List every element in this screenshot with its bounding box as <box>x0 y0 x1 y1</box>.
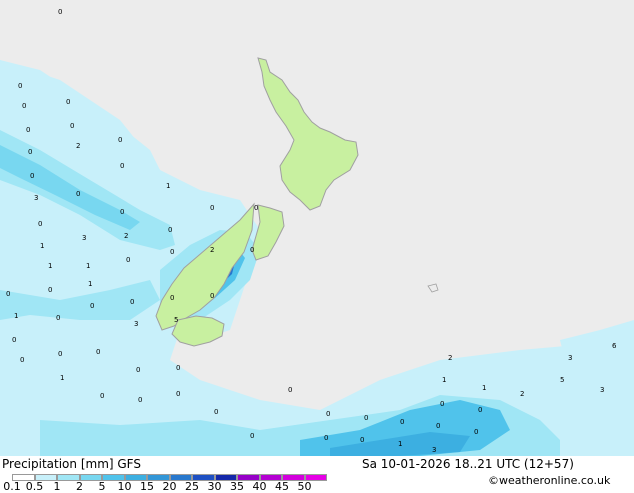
grid-value-label: 0 <box>474 428 478 436</box>
grid-value-label: 0 <box>12 336 16 344</box>
legend-label: 15 <box>140 480 154 493</box>
grid-value-label: 0 <box>136 366 140 374</box>
grid-value-label: 0 <box>22 102 26 110</box>
grid-value-label: 3 <box>134 320 138 328</box>
grid-value-label: 1 <box>482 384 486 392</box>
grid-value-label: 1 <box>88 280 92 288</box>
legend-label: 0.5 <box>25 480 44 493</box>
precipitation-map: 0 0 0 0 0 0 0 0 2 0 0 1 3 0 0 0 3 2 0 1 1 0 0 0 2 0 1 1 0 0 0 0 0 0 0 3 5 1 0 0… <box>0 0 634 456</box>
grid-value-label: 0 <box>6 290 10 298</box>
grid-value-label: 3 <box>568 354 572 362</box>
grid-value-label: 0 <box>96 348 100 356</box>
grid-value-label: 0 <box>126 256 130 264</box>
legend-label: 50 <box>297 480 312 493</box>
grid-value-label: 0 <box>254 204 258 212</box>
legend-label: 10 <box>117 480 132 493</box>
map-footer: Precipitation [mm] GFS Sa 10-01-2026 18.… <box>0 456 634 493</box>
legend-label: 35 <box>230 480 244 493</box>
legend-label: 45 <box>275 480 289 493</box>
grid-value-label: 0 <box>30 172 34 180</box>
grid-value-label: 0 <box>66 98 70 106</box>
grid-value-label: 0 <box>38 220 42 228</box>
legend-label: 5 <box>98 480 106 493</box>
grid-value-label: 3 <box>600 386 604 394</box>
grid-value-label: 0 <box>138 396 142 404</box>
grid-value-label: 2 <box>76 142 80 150</box>
grid-value-label: 2 <box>210 246 214 254</box>
grid-value-label: 2 <box>448 354 452 362</box>
grid-value-label: 5 <box>560 376 564 384</box>
grid-value-label: 1 <box>60 374 64 382</box>
grid-value-label: 0 <box>288 386 292 394</box>
grid-value-label: 0 <box>58 350 62 358</box>
grid-value-label: 3 <box>432 446 436 454</box>
grid-value-label: 0 <box>76 190 80 198</box>
grid-value-label: 0 <box>436 422 440 430</box>
forecast-datetime: Sa 10-01-2026 18..21 UTC (12+57) <box>362 457 574 471</box>
grid-value-label: 0 <box>176 390 180 398</box>
map-title: Precipitation [mm] GFS <box>2 457 141 471</box>
legend-label: 25 <box>185 480 199 493</box>
grid-value-label: 0 <box>130 298 134 306</box>
grid-value-label: 3 <box>34 194 38 202</box>
grid-value-label: 0 <box>168 226 172 234</box>
grid-value-label: 0 <box>28 148 32 156</box>
grid-value-label: 2 <box>124 232 128 240</box>
grid-value-label: 0 <box>364 414 368 422</box>
grid-value-label: 0 <box>210 292 214 300</box>
grid-value-label: 0 <box>210 204 214 212</box>
legend-label: 40 <box>252 480 267 493</box>
credit-link[interactable]: ©weatheronline.co.uk <box>488 474 610 488</box>
grid-value-label: 0 <box>176 364 180 372</box>
grid-value-label: 0 <box>20 356 24 364</box>
grid-value-label: 1 <box>398 440 402 448</box>
grid-value-label: 1 <box>48 262 52 270</box>
grid-value-label: 1 <box>442 376 446 384</box>
grid-value-label: 1 <box>86 262 90 270</box>
grid-value-label: 0 <box>118 136 122 144</box>
grid-value-label: 2 <box>520 390 524 398</box>
grid-value-label: 0 <box>48 286 52 294</box>
grid-value-label: 0 <box>120 208 124 216</box>
grid-value-label: 0 <box>360 436 364 444</box>
grid-value-label: 0 <box>70 122 74 130</box>
grid-value-label: 0 <box>324 434 328 442</box>
grid-value-label: 0 <box>478 406 482 414</box>
grid-value-label: 1 <box>40 242 44 250</box>
grid-value-label: 6 <box>612 342 617 350</box>
grid-value-label: 0 <box>26 126 30 134</box>
grid-value-label: 0 <box>18 82 22 90</box>
grid-value-label: 0 <box>56 314 60 322</box>
grid-value-label: 1 <box>14 312 18 320</box>
grid-value-label: 0 <box>326 410 330 418</box>
grid-value-label: 3 <box>82 234 86 242</box>
legend-label: 20 <box>162 480 177 493</box>
grid-value-label: 0 <box>440 400 444 408</box>
grid-value-label: 0 <box>400 418 404 426</box>
legend-label: 30 <box>207 480 222 493</box>
grid-value-label: 0 <box>58 8 62 16</box>
grid-value-label: 0 <box>250 432 254 440</box>
grid-value-label: 0 <box>120 162 124 170</box>
grid-value-label: 5 <box>174 316 178 324</box>
grid-value-label: 0 <box>170 294 174 302</box>
grid-value-label: 0 <box>170 248 174 256</box>
legend-label: 1 <box>53 480 61 493</box>
grid-value-label: 1 <box>166 182 170 190</box>
grid-value-label: 0 <box>100 392 104 400</box>
legend-label: 0.1 <box>3 480 21 493</box>
legend-label: 2 <box>76 480 83 493</box>
grid-value-label: 0 <box>214 408 218 416</box>
grid-value-label: 0 <box>90 302 94 310</box>
grid-value-label: 0 <box>250 246 254 254</box>
